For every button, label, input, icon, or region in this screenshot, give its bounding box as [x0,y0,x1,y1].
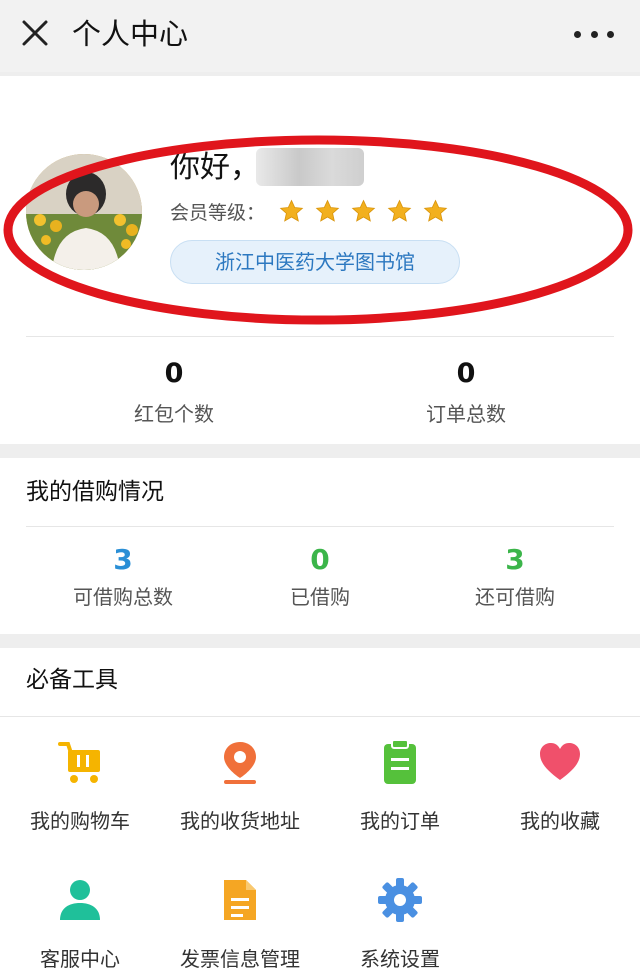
tool-label: 我的收藏 [520,809,600,833]
profile-card: 你好， 会员等级： 浙江中医药大学图书馆 0 红包个数 0 订单总数 [0,76,640,444]
gear-icon [378,878,422,922]
borrow-stat-used[interactable]: 0 已借购 [220,542,420,612]
more-options-button[interactable] [574,18,614,50]
stat-label: 还可借购 [475,585,555,609]
tool-label: 客服中心 [40,947,120,971]
dot-icon [574,30,581,38]
tool-customer-service[interactable]: 客服中心 [0,876,160,971]
user-icon [60,880,100,920]
divider [26,336,614,337]
page-title: 个人中心 [72,17,189,51]
borrow-stat-remaining[interactable]: 3 还可借购 [415,542,615,612]
clipboard-icon [384,739,416,784]
stat-label: 红包个数 [134,402,214,426]
top-bar: 个人中心 [0,0,640,72]
stat-value: 0 [164,358,184,389]
tool-invoice[interactable]: 发票信息管理 [160,876,320,971]
stat-value: 3 [505,543,525,576]
tools-section: 必备工具 我的购物车 我的收货地址 我的订单 我的收藏 客服中心 发票信息管理 … [0,648,640,971]
document-icon [224,880,256,920]
close-button[interactable] [16,14,56,54]
stat-label: 订单总数 [426,402,506,426]
tool-label: 我的收货地址 [180,809,300,833]
tool-shopping-cart[interactable]: 我的购物车 [0,738,160,836]
borrow-section: 我的借购情况 3 可借购总数 0 已借购 3 还可借购 [0,458,640,634]
tool-label: 系统设置 [360,947,440,971]
shopping-cart-icon [58,742,100,783]
heart-icon [540,743,580,780]
annotation-ellipse [3,135,633,325]
stat-value: 0 [456,358,476,389]
dot-icon [590,30,598,38]
stat-orders[interactable]: 0 订单总数 [346,356,586,430]
stat-red-packets[interactable]: 0 红包个数 [54,356,294,430]
dot-icon [607,30,614,38]
divider [26,526,614,527]
location-pin-icon [224,742,256,784]
tool-orders[interactable]: 我的订单 [320,738,480,836]
tool-address[interactable]: 我的收货地址 [160,738,320,836]
tool-settings[interactable]: 系统设置 [320,876,480,971]
tool-label: 发票信息管理 [180,947,300,971]
stat-label: 可借购总数 [73,585,173,609]
stat-value: 0 [310,543,330,576]
close-icon [22,20,48,46]
borrow-stat-total[interactable]: 3 可借购总数 [23,542,223,612]
tool-label: 我的订单 [360,809,440,833]
tool-favorites[interactable]: 我的收藏 [480,738,640,836]
section-title: 我的借购情况 [26,479,164,505]
divider [0,716,640,717]
section-title: 必备工具 [26,667,118,693]
tool-label: 我的购物车 [30,809,130,833]
stat-value: 3 [113,543,133,576]
stat-label: 已借购 [290,585,350,609]
